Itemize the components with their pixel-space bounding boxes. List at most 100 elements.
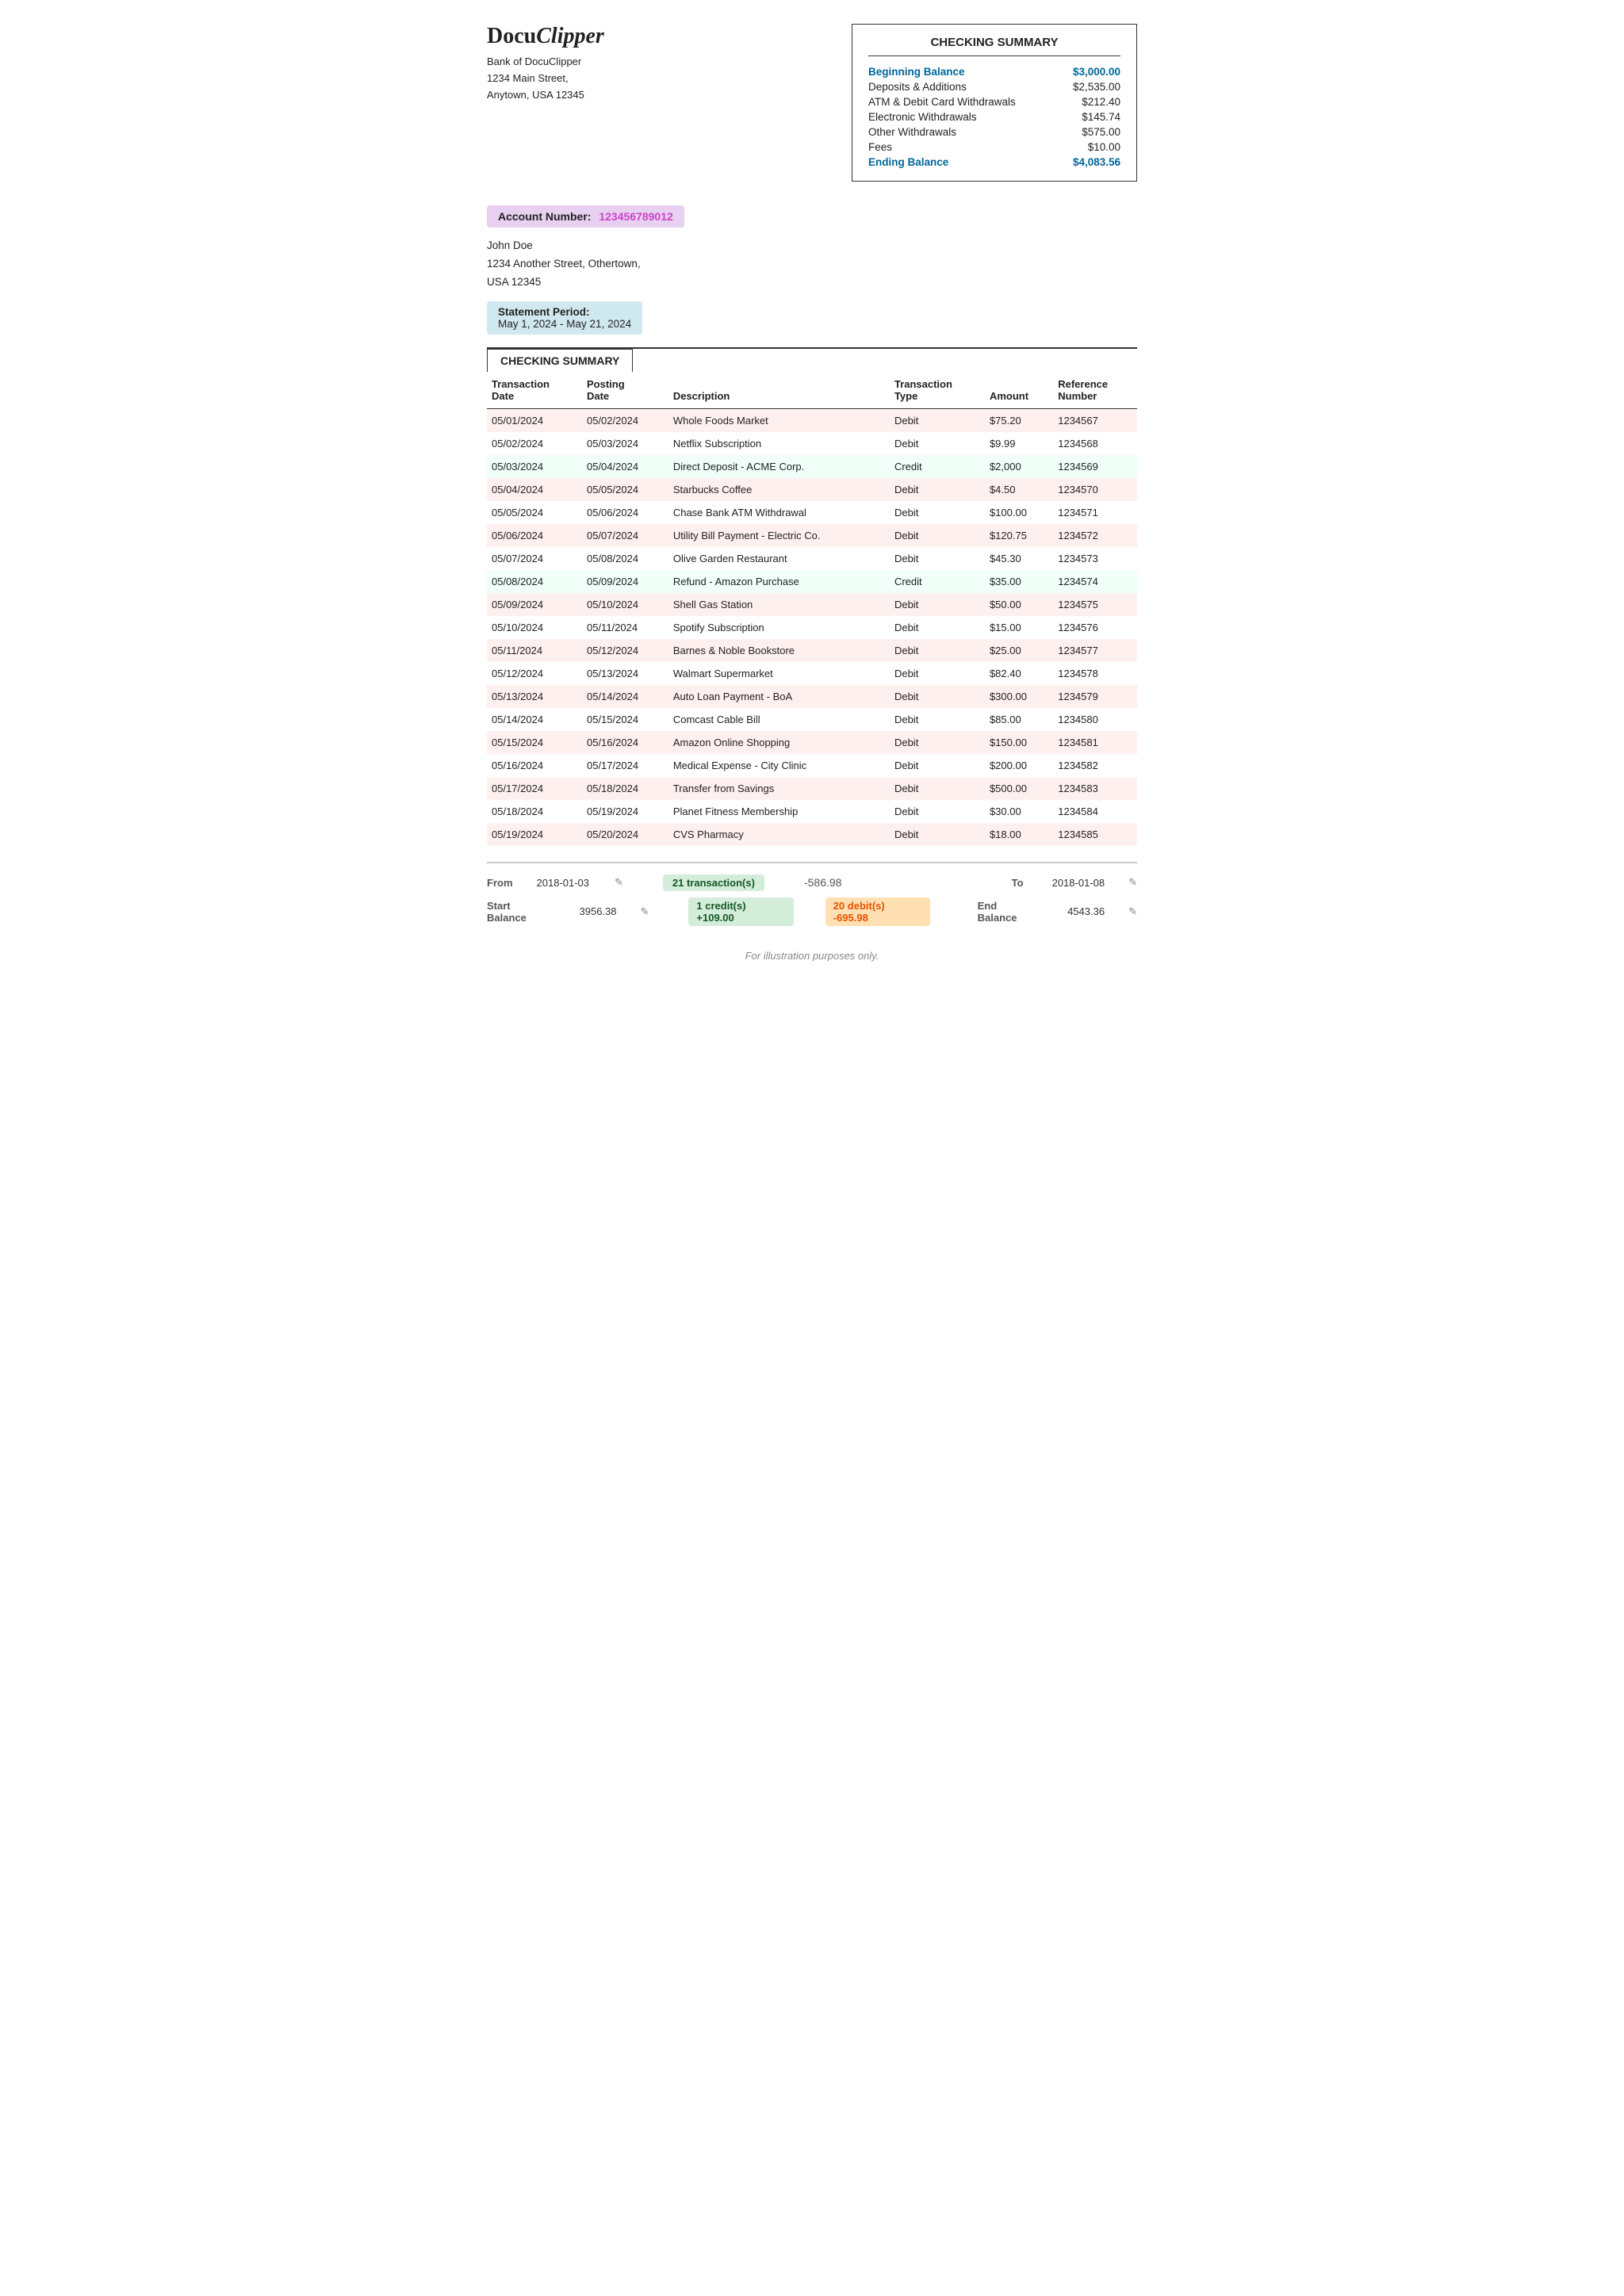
transactions-tab[interactable]: CHECKING SUMMARY <box>487 349 633 372</box>
footer-end-edit-icon[interactable]: ✎ <box>1128 905 1137 918</box>
summary-label-atm: ATM & Debit Card Withdrawals <box>868 96 1016 108</box>
cell-ref: 1234580 <box>1053 708 1137 731</box>
cell-description: Walmart Supermarket <box>668 662 890 685</box>
cell-trans-date: 05/17/2024 <box>487 777 582 800</box>
footer-from-edit-icon[interactable]: ✎ <box>615 876 623 889</box>
cell-trans-date: 05/05/2024 <box>487 501 582 524</box>
cell-amount: $2,000 <box>985 455 1053 478</box>
illustration-note: For illustration purposes only. <box>487 950 1137 962</box>
summary-deposits: Deposits & Additions $2,535.00 <box>868 79 1120 94</box>
cell-post-date: 05/08/2024 <box>582 547 668 570</box>
cell-trans-date: 05/09/2024 <box>487 593 582 616</box>
cell-trans-date: 05/19/2024 <box>487 823 582 846</box>
cell-ref: 1234577 <box>1053 639 1137 662</box>
table-row: 05/15/202405/16/2024Amazon Online Shoppi… <box>487 731 1137 754</box>
table-row: 05/06/202405/07/2024Utility Bill Payment… <box>487 524 1137 547</box>
table-row: 05/09/202405/10/2024Shell Gas StationDeb… <box>487 593 1137 616</box>
footer-debits-badge: 20 debit(s) -695.98 <box>825 897 930 926</box>
footer-from-date: 2018-01-03 <box>537 877 590 889</box>
footer-start-balance-label: Start Balance <box>487 900 553 924</box>
cell-type: Debit <box>890 432 985 455</box>
transactions-section: CHECKING SUMMARY TransactionDate Posting… <box>487 347 1137 846</box>
statement-period-value: May 1, 2024 - May 21, 2024 <box>498 318 631 330</box>
account-number-label: Account Number: <box>498 210 591 223</box>
summary-electronic: Electronic Withdrawals $145.74 <box>868 109 1120 124</box>
cell-post-date: 05/09/2024 <box>582 570 668 593</box>
account-number-box: Account Number: 123456789012 <box>487 205 684 228</box>
cell-post-date: 05/06/2024 <box>582 501 668 524</box>
cell-type: Credit <box>890 455 985 478</box>
footer-to-edit-icon[interactable]: ✎ <box>1128 876 1137 889</box>
cell-post-date: 05/05/2024 <box>582 478 668 501</box>
top-right: CHECKING SUMMARY Beginning Balance $3,00… <box>852 24 1137 182</box>
logo-text: Clipper <box>536 24 604 48</box>
summary-beginning-balance: Beginning Balance $3,000.00 <box>868 64 1120 79</box>
cell-ref: 1234574 <box>1053 570 1137 593</box>
cell-ref: 1234576 <box>1053 616 1137 639</box>
footer-net-amount: -586.98 <box>804 876 841 889</box>
col-reference-number: ReferenceNumber <box>1053 372 1137 409</box>
cell-trans-date: 05/13/2024 <box>487 685 582 708</box>
cell-trans-date: 05/08/2024 <box>487 570 582 593</box>
cell-ref: 1234583 <box>1053 777 1137 800</box>
summary-label-electronic: Electronic Withdrawals <box>868 111 977 123</box>
cell-amount: $18.00 <box>985 823 1053 846</box>
cell-type: Debit <box>890 547 985 570</box>
checking-summary-box: CHECKING SUMMARY Beginning Balance $3,00… <box>852 24 1137 182</box>
customer-info: John Doe 1234 Another Street, Othertown,… <box>487 237 1137 292</box>
summary-label-other: Other Withdrawals <box>868 126 956 138</box>
col-transaction-date: TransactionDate <box>487 372 582 409</box>
footer-start-edit-icon[interactable]: ✎ <box>641 905 649 918</box>
cell-type: Debit <box>890 478 985 501</box>
cell-trans-date: 05/02/2024 <box>487 432 582 455</box>
table-row: 05/10/202405/11/2024Spotify Subscription… <box>487 616 1137 639</box>
cell-ref: 1234575 <box>1053 593 1137 616</box>
cell-description: Olive Garden Restaurant <box>668 547 890 570</box>
summary-fees: Fees $10.00 <box>868 140 1120 155</box>
cell-type: Debit <box>890 662 985 685</box>
cell-post-date: 05/16/2024 <box>582 731 668 754</box>
cell-type: Debit <box>890 501 985 524</box>
customer-address2: USA 12345 <box>487 276 541 288</box>
cell-trans-date: 05/16/2024 <box>487 754 582 777</box>
cell-description: Medical Expense - City Clinic <box>668 754 890 777</box>
table-row: 05/18/202405/19/2024Planet Fitness Membe… <box>487 800 1137 823</box>
cell-post-date: 05/03/2024 <box>582 432 668 455</box>
cell-description: Amazon Online Shopping <box>668 731 890 754</box>
cell-ref: 1234579 <box>1053 685 1137 708</box>
col-description: Description <box>668 372 890 409</box>
cell-description: Utility Bill Payment - Electric Co. <box>668 524 890 547</box>
cell-post-date: 05/10/2024 <box>582 593 668 616</box>
cell-type: Debit <box>890 408 985 432</box>
customer-name: John Doe <box>487 239 533 251</box>
cell-description: Netflix Subscription <box>668 432 890 455</box>
top-section: DocuClipper Bank of DocuClipper 1234 Mai… <box>487 24 1137 182</box>
footer-end-balance-label: End Balance <box>978 900 1039 924</box>
cell-description: Refund - Amazon Purchase <box>668 570 890 593</box>
cell-description: Comcast Cable Bill <box>668 708 890 731</box>
cell-description: CVS Pharmacy <box>668 823 890 846</box>
table-row: 05/12/202405/13/2024Walmart SupermarketD… <box>487 662 1137 685</box>
cell-type: Debit <box>890 685 985 708</box>
statement-period-label: Statement Period: <box>498 306 631 318</box>
cell-type: Debit <box>890 639 985 662</box>
cell-ref: 1234571 <box>1053 501 1137 524</box>
cell-type: Debit <box>890 800 985 823</box>
summary-amount-atm: $212.40 <box>1082 96 1120 108</box>
cell-ref: 1234567 <box>1053 408 1137 432</box>
logo: DocuClipper <box>487 24 828 49</box>
cell-type: Debit <box>890 777 985 800</box>
cell-amount: $25.00 <box>985 639 1053 662</box>
cell-description: Spotify Subscription <box>668 616 890 639</box>
summary-amount-beginning: $3,000.00 <box>1073 66 1120 78</box>
footer-row2: Start Balance 3956.38 ✎ 1 credit(s) +109… <box>487 897 1137 926</box>
cell-amount: $30.00 <box>985 800 1053 823</box>
footer-credits-badge: 1 credit(s) +109.00 <box>688 897 793 926</box>
cell-amount: $35.00 <box>985 570 1053 593</box>
cell-type: Credit <box>890 570 985 593</box>
cell-post-date: 05/12/2024 <box>582 639 668 662</box>
cell-ref: 1234572 <box>1053 524 1137 547</box>
cell-amount: $15.00 <box>985 616 1053 639</box>
cell-type: Debit <box>890 823 985 846</box>
summary-amount-electronic: $145.74 <box>1082 111 1120 123</box>
